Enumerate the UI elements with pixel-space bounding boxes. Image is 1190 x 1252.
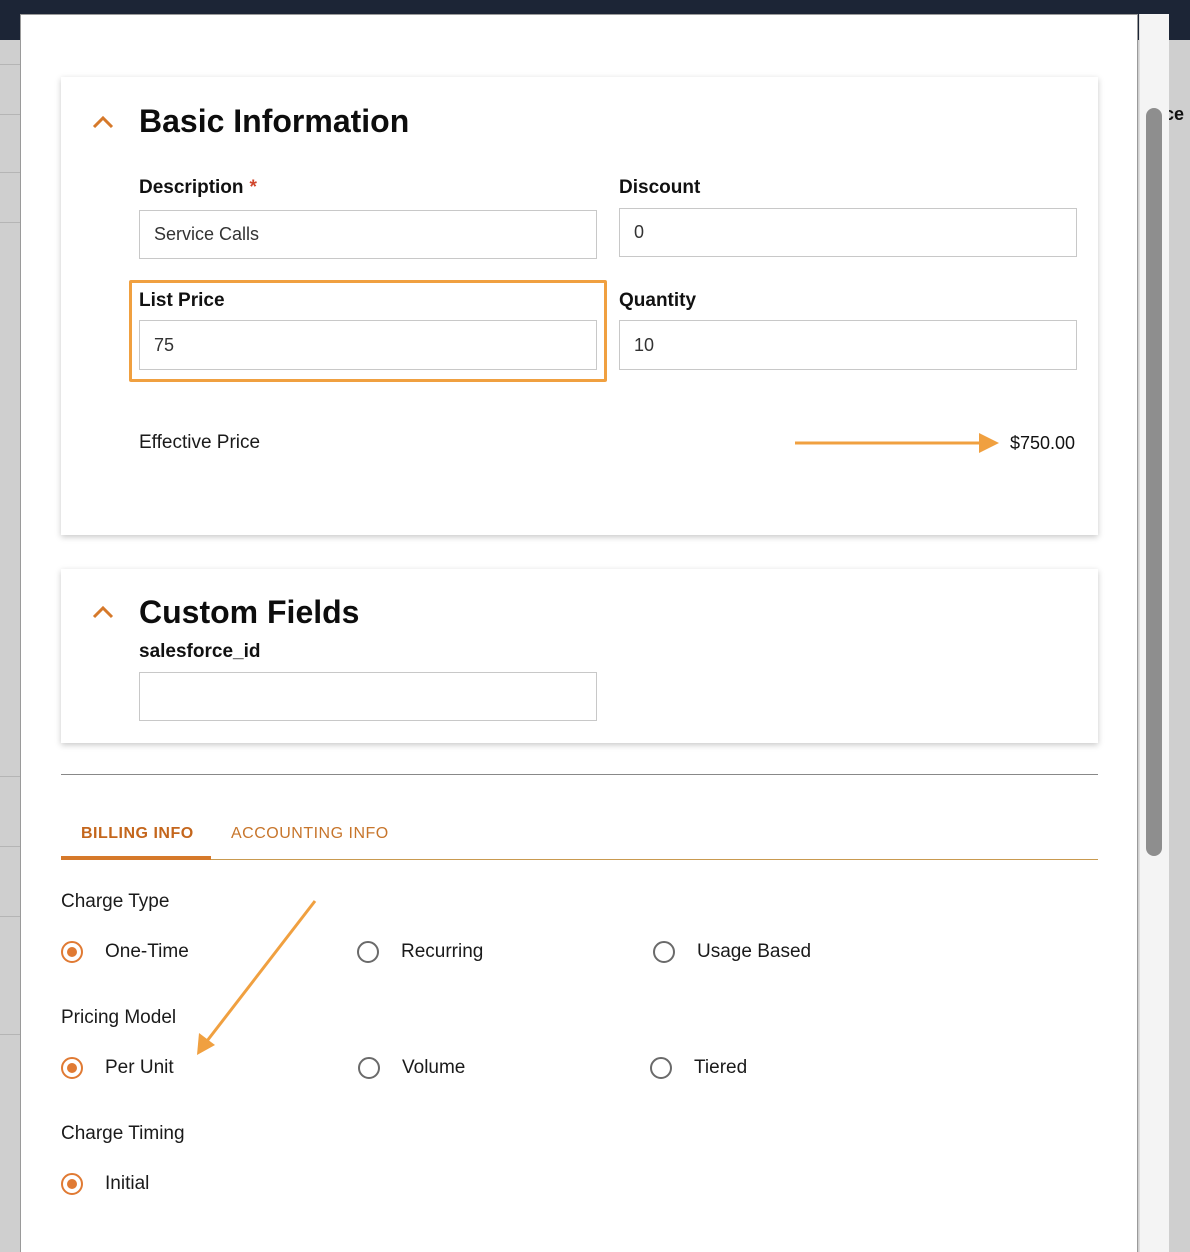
product-modal: Basic Information Description * Service C…	[20, 14, 1138, 1252]
radio-label-one-time[interactable]: One-Time	[105, 941, 189, 963]
tabs-underline	[61, 859, 1098, 860]
radio-label-per-unit[interactable]: Per Unit	[105, 1057, 174, 1079]
tab-accounting-info[interactable]: ACCOUNTING INFO	[231, 825, 389, 843]
radio-label-tiered[interactable]: Tiered	[694, 1057, 747, 1079]
salesforce-id-input[interactable]	[139, 672, 597, 721]
radio-usage-based[interactable]	[653, 941, 675, 963]
tab-billing-info[interactable]: BILLING INFO	[81, 825, 194, 843]
description-value: Service Calls	[154, 224, 260, 244]
list-price-label: List Price	[139, 290, 225, 311]
radio-label-initial[interactable]: Initial	[105, 1173, 149, 1195]
radio-label-usage-based[interactable]: Usage Based	[697, 941, 811, 963]
description-input[interactable]: Service Calls	[139, 210, 597, 259]
quantity-value: 10	[634, 334, 655, 355]
salesforce-id-label: salesforce_id	[139, 641, 261, 662]
quantity-input[interactable]: 10	[619, 320, 1077, 370]
quantity-label: Quantity	[619, 290, 697, 311]
section-title-custom-fields: Custom Fields	[139, 594, 360, 630]
radio-tiered[interactable]	[650, 1057, 672, 1079]
radio-per-unit[interactable]	[61, 1057, 83, 1079]
chevron-up-icon[interactable]	[92, 115, 114, 129]
arrow-annotation-per-unit	[197, 900, 317, 1055]
section-title-basic-information: Basic Information	[139, 103, 410, 139]
discount-label: Discount	[619, 177, 701, 198]
modal-scrollbar-thumb[interactable]	[1146, 108, 1162, 856]
section-divider	[61, 774, 1098, 775]
radio-label-volume[interactable]: Volume	[402, 1057, 465, 1079]
radio-volume[interactable]	[358, 1057, 380, 1079]
required-asterisk: *	[249, 177, 257, 198]
active-tab-indicator	[61, 856, 211, 860]
radio-label-recurring[interactable]: Recurring	[401, 941, 483, 963]
pricing-model-label: Pricing Model	[61, 1007, 177, 1028]
effective-price-value: $750.00	[1010, 433, 1076, 453]
discount-value: 0	[634, 222, 645, 242]
effective-price-label: Effective Price	[139, 432, 261, 453]
radio-one-time[interactable]	[61, 941, 83, 963]
radio-recurring[interactable]	[357, 941, 379, 963]
list-price-input[interactable]: 75	[139, 320, 597, 370]
list-price-value: 75	[154, 334, 175, 355]
description-label: Description *	[139, 177, 257, 198]
discount-input[interactable]: 0	[619, 208, 1077, 257]
charge-type-label: Charge Type	[61, 891, 170, 912]
charge-timing-label: Charge Timing	[61, 1123, 185, 1144]
radio-initial[interactable]	[61, 1173, 83, 1195]
chevron-up-icon[interactable]	[92, 605, 114, 619]
